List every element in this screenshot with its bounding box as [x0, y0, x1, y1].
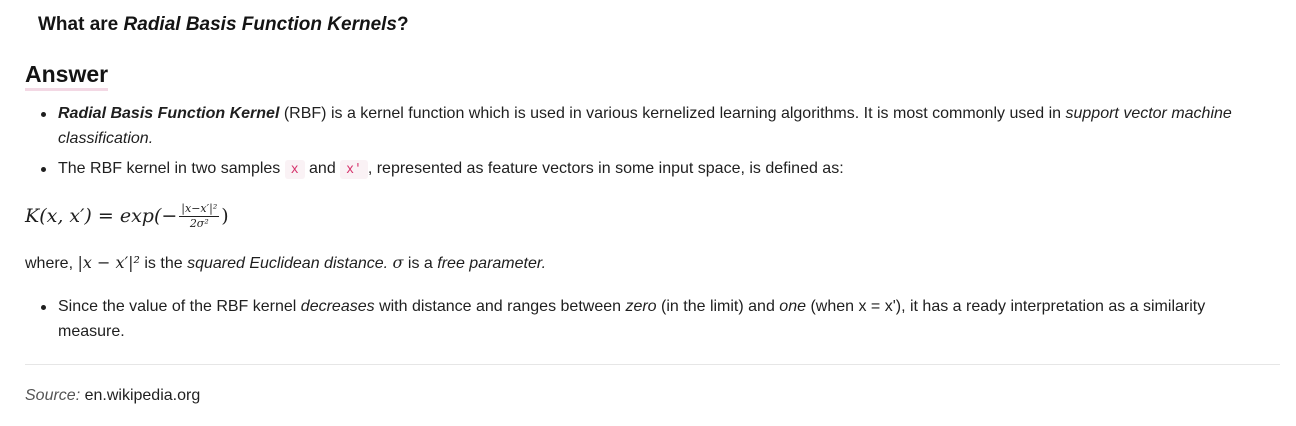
where-text: where, — [25, 255, 78, 272]
where-text: is a — [403, 255, 438, 272]
question-suffix: ? — [397, 14, 409, 35]
formula-lhs: K(x, x′) = exp(− — [25, 205, 178, 227]
definition-text: , represented as feature vectors in some… — [367, 160, 844, 177]
distance-math: |x − x′|² — [77, 253, 140, 272]
rbf-term: Radial Basis Function Kernel — [58, 105, 280, 122]
question-title: What are Radial Basis Function Kernels? — [38, 14, 409, 36]
bullet-dot-icon — [41, 305, 46, 310]
similarity-text: with distance and ranges between — [374, 298, 626, 315]
and-text: and — [304, 160, 341, 177]
answer-bullet-list-secondary: Since the value of the RBF kernel decrea… — [25, 294, 1275, 349]
inline-code-x: x — [284, 160, 305, 179]
inline-code-x-prime: x' — [340, 160, 368, 179]
similarity-text: Since the value of the RBF kernel — [58, 298, 301, 315]
rbf-description: (RBF) is a kernel function which is used… — [279, 105, 1066, 122]
answer-heading: Answer — [25, 60, 109, 91]
answer-bullet-list: Radial Basis Function Kernel (RBF) is a … — [25, 101, 1275, 187]
source-label: Source: — [25, 387, 81, 404]
zero-emphasis: zero — [625, 298, 657, 315]
bullet-dot-icon — [41, 112, 46, 117]
source-link[interactable]: en.wikipedia.org — [85, 387, 201, 404]
divider — [25, 364, 1280, 365]
squared-euclidean-emphasis: squared Euclidean distance. — [187, 255, 389, 272]
samples-text: The RBF kernel in two samples — [58, 160, 285, 177]
question-emphasis: Radial Basis Function Kernels — [123, 14, 397, 35]
sigma-math: σ — [392, 253, 404, 272]
question-prefix: What are — [38, 14, 124, 35]
free-parameter-emphasis: free parameter. — [437, 255, 547, 272]
formula-fraction: |x−x′|² 2σ² — [179, 201, 220, 230]
formula-close: ) — [221, 205, 229, 227]
page: What are Radial Basis Function Kernels? … — [0, 0, 1296, 426]
rbf-formula: K(x, x′) = exp(− |x−x′|² 2σ² ) — [25, 198, 229, 234]
list-item: Since the value of the RBF kernel decrea… — [25, 294, 1275, 344]
where-text: is the — [139, 255, 188, 272]
formula-denominator: 2σ² — [189, 216, 209, 230]
list-item: Radial Basis Function Kernel (RBF) is a … — [25, 101, 1275, 151]
where-explanation: where, |x − x′|² is the squared Euclidea… — [25, 250, 546, 276]
source-line: Source: en.wikipedia.org — [25, 387, 200, 405]
decreases-emphasis: decreases — [300, 298, 375, 315]
one-emphasis: one — [779, 298, 806, 315]
bullet-dot-icon — [41, 167, 46, 172]
similarity-text: (in the limit) and — [656, 298, 780, 315]
list-item: The RBF kernel in two samples x and x', … — [25, 156, 1275, 182]
formula-numerator: |x−x′|² — [179, 201, 220, 217]
